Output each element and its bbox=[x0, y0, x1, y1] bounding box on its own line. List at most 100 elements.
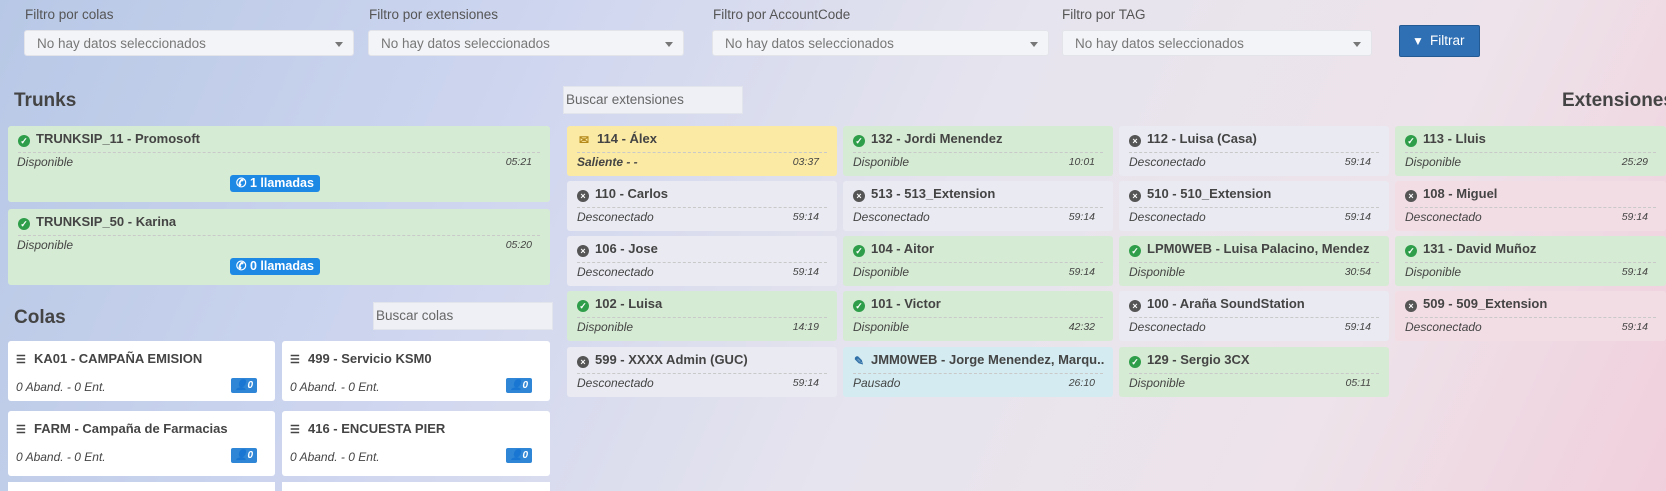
extension-time: 59:14 bbox=[792, 377, 819, 389]
extension-time: 59:14 bbox=[1344, 321, 1371, 333]
agents-badge: 👤0 bbox=[505, 448, 532, 463]
extension-name: ✓ 113 - Lluis bbox=[1405, 131, 1658, 147]
queue-card[interactable] bbox=[282, 482, 550, 491]
extension-time: 59:14 bbox=[1621, 321, 1648, 333]
queue-card[interactable]: ☰ KA01 - CAMPAÑA EMISION 0 Aband. - 0 Ent… bbox=[8, 341, 275, 401]
check-circle-icon: ✓ bbox=[18, 218, 30, 230]
extension-card[interactable]: × 509 - 509_Extension Desconectado 59:14 bbox=[1395, 291, 1666, 341]
list-icon: ☰ bbox=[290, 424, 300, 436]
colas-title: Colas bbox=[14, 307, 66, 328]
filter-extensiones-select[interactable]: No hay datos seleccionados bbox=[368, 30, 684, 56]
chevron-down-icon bbox=[1030, 42, 1038, 47]
extension-name: ✓ 131 - David Muñoz bbox=[1405, 241, 1658, 257]
trunk-name: ✓ TRUNKSIP_50 - Karina bbox=[18, 214, 176, 230]
queue-stats: 0 Aband. - 0 Ent. bbox=[290, 450, 380, 464]
extension-time: 59:14 bbox=[1068, 266, 1095, 278]
trunk-status: Disponible bbox=[17, 238, 74, 252]
extension-card[interactable]: ✓ 102 - Luisa Disponible 14:19 bbox=[567, 291, 837, 341]
filter-colas-value: No hay datos seleccionados bbox=[37, 36, 206, 51]
queue-name: ☰ KA01 - CAMPAÑA EMISION bbox=[16, 351, 203, 366]
chevron-down-icon bbox=[665, 42, 673, 47]
extension-name: × 112 - Luisa (Casa) bbox=[1129, 131, 1381, 147]
queue-name: ☰ FARM - Campaña de Farmacias bbox=[16, 421, 228, 436]
extension-status: Pausado bbox=[853, 376, 901, 390]
extension-status: Desconectado bbox=[1129, 155, 1206, 169]
colas-search-input[interactable]: Buscar colas bbox=[373, 302, 553, 330]
phone-icon: ✆ bbox=[236, 259, 247, 273]
extension-card[interactable]: ✓ 101 - Victor Disponible 42:32 bbox=[843, 291, 1113, 341]
filter-accountcode-select[interactable]: No hay datos seleccionados bbox=[712, 30, 1049, 56]
x-circle-icon: × bbox=[1405, 300, 1417, 312]
extension-status: Desconectado bbox=[1405, 320, 1482, 334]
trunk-card[interactable]: ✓ TRUNKSIP_50 - Karina Disponible 05:20 ✆… bbox=[8, 209, 550, 285]
extension-name: ✓ 102 - Luisa bbox=[577, 296, 829, 312]
extension-time: 03:37 bbox=[792, 156, 819, 168]
extensiones-search-input[interactable]: Buscar extensiones bbox=[563, 86, 743, 114]
queue-card[interactable]: ☰ FARM - Campaña de Farmacias 0 Aband. - … bbox=[8, 411, 275, 476]
extension-name: × 106 - Jose bbox=[577, 241, 829, 257]
check-circle-icon: ✓ bbox=[18, 135, 30, 147]
extension-status: Disponible bbox=[853, 320, 910, 334]
extension-status: Desconectado bbox=[577, 210, 654, 224]
filter-tag-label: Filtro por TAG bbox=[1062, 7, 1146, 22]
extension-name: × 513 - 513_Extension bbox=[853, 186, 1105, 202]
extension-card[interactable]: ✓ 104 - Aitor Disponible 59:14 bbox=[843, 236, 1113, 286]
extension-card[interactable]: ✓ 131 - David Muñoz Disponible 59:14 bbox=[1395, 236, 1666, 286]
queue-card[interactable]: ☰ 416 - ENCUESTA PIER 0 Aband. - 0 Ent. 👤… bbox=[282, 411, 550, 476]
queue-card[interactable]: ☰ 499 - Servicio KSM0 0 Aband. - 0 Ent. 👤… bbox=[282, 341, 550, 401]
extension-card[interactable]: × 100 - Araña SoundStation Desconectado 59:… bbox=[1119, 291, 1389, 341]
extension-card[interactable]: ✎ JMM0WEB - Jorge Menendez, Marqu... Pausa… bbox=[843, 347, 1113, 397]
x-circle-icon: × bbox=[577, 356, 589, 368]
extension-time: 59:14 bbox=[1344, 211, 1371, 223]
extension-name: × 100 - Araña SoundStation bbox=[1129, 296, 1381, 312]
extension-card[interactable]: × 112 - Luisa (Casa) Desconectado 59:14 bbox=[1119, 126, 1389, 176]
extension-card[interactable]: ✉ 114 - Álex Saliente - - 03:37 bbox=[567, 126, 837, 176]
extension-card[interactable]: × 110 - Carlos Desconectado 59:14 bbox=[567, 181, 837, 231]
extension-status: Disponible bbox=[853, 265, 910, 279]
extension-status: Disponible bbox=[577, 320, 634, 334]
extension-time: 59:14 bbox=[1068, 211, 1095, 223]
extension-time: 59:14 bbox=[1344, 156, 1371, 168]
filter-accountcode-label: Filtro por AccountCode bbox=[713, 7, 851, 22]
extension-card[interactable]: ✓ 132 - Jordi Menendez Disponible 10:01 bbox=[843, 126, 1113, 176]
filtrar-button[interactable]: ▼ Filtrar bbox=[1399, 25, 1480, 57]
check-circle-icon: ✓ bbox=[853, 300, 865, 312]
extension-time: 26:10 bbox=[1068, 377, 1095, 389]
extension-card[interactable]: ✓ 113 - Lluis Disponible 25:29 bbox=[1395, 126, 1666, 176]
filter-colas-select[interactable]: No hay datos seleccionados bbox=[24, 30, 354, 56]
trunk-card[interactable]: ✓ TRUNKSIP_11 - Promosoft Disponible 05:2… bbox=[8, 126, 550, 202]
extension-name: × 599 - XXXX Admin (GUC) bbox=[577, 352, 829, 368]
extension-name: × 509 - 509_Extension bbox=[1405, 296, 1658, 312]
x-circle-icon: × bbox=[1405, 190, 1417, 202]
extension-card[interactable]: × 599 - XXXX Admin (GUC) Desconectado 59:14 bbox=[567, 347, 837, 397]
extension-card[interactable]: ✓ LPM0WEB - Luisa Palacino, Mendez Disponi… bbox=[1119, 236, 1389, 286]
x-circle-icon: × bbox=[577, 190, 589, 202]
extension-status: Disponible bbox=[1405, 155, 1462, 169]
extension-name: × 510 - 510_Extension bbox=[1129, 186, 1381, 202]
filter-tag-select[interactable]: No hay datos seleccionados bbox=[1062, 30, 1372, 56]
list-icon: ☰ bbox=[290, 354, 300, 366]
trunks-title: Trunks bbox=[14, 90, 77, 111]
extension-card[interactable]: × 108 - Miguel Desconectado 59:14 bbox=[1395, 181, 1666, 231]
trunk-time: 05:20 bbox=[505, 239, 532, 251]
extension-card[interactable]: × 513 - 513_Extension Desconectado 59:14 bbox=[843, 181, 1113, 231]
extension-time: 05:11 bbox=[1345, 377, 1372, 389]
extension-card[interactable]: × 510 - 510_Extension Desconectado 59:14 bbox=[1119, 181, 1389, 231]
trunk-time: 05:21 bbox=[505, 156, 532, 168]
extension-time: 10:01 bbox=[1068, 156, 1095, 168]
extension-time: 42:32 bbox=[1068, 321, 1095, 333]
extension-status: Desconectado bbox=[1129, 210, 1206, 224]
extension-card[interactable]: ✓ 129 - Sergio 3CX Disponible 05:11 bbox=[1119, 347, 1389, 397]
queue-card[interactable] bbox=[8, 482, 275, 491]
extension-name: × 110 - Carlos bbox=[577, 186, 829, 202]
x-circle-icon: × bbox=[1129, 300, 1141, 312]
extension-status: Desconectado bbox=[853, 210, 930, 224]
check-circle-icon: ✓ bbox=[1405, 135, 1417, 147]
extension-card[interactable]: × 106 - Jose Desconectado 59:14 bbox=[567, 236, 837, 286]
extension-status: Disponible bbox=[853, 155, 910, 169]
chat-icon: ✉ bbox=[578, 133, 590, 146]
extension-status: Desconectado bbox=[1405, 210, 1482, 224]
check-circle-icon: ✓ bbox=[853, 135, 865, 147]
queue-stats: 0 Aband. - 0 Ent. bbox=[16, 450, 106, 464]
chevron-down-icon bbox=[1353, 42, 1361, 47]
